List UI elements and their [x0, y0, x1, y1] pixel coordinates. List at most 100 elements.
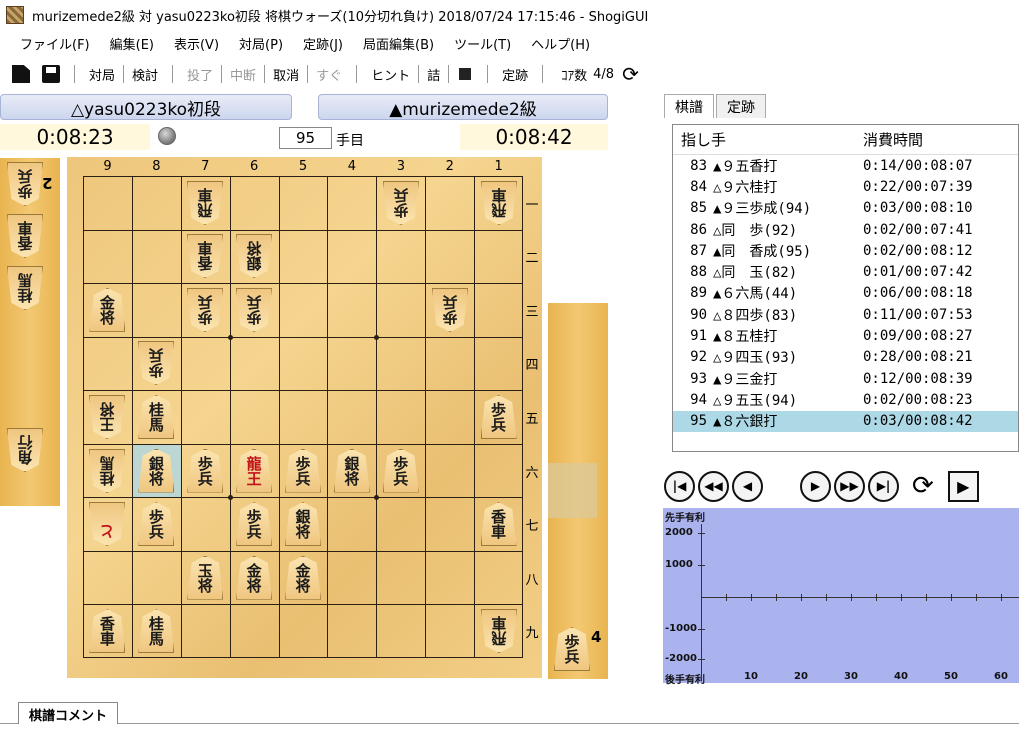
- kifu-move-number: 88: [690, 264, 707, 281]
- hint-button[interactable]: ヒント: [365, 65, 416, 84]
- interrupt-button[interactable]: 中断: [224, 65, 262, 84]
- shogi-piece[interactable]: 歩兵: [138, 341, 174, 385]
- kifu-header-time[interactable]: 消費時間: [853, 129, 923, 150]
- menu-file[interactable]: ファイル(F): [10, 34, 100, 53]
- kifu-time: 0:12/00:08:39: [863, 370, 973, 387]
- menu-help[interactable]: ヘルプ(H): [521, 34, 600, 53]
- shogi-piece[interactable]: 歩兵: [383, 181, 419, 225]
- shogi-piece[interactable]: 歩兵: [138, 502, 175, 547]
- tab-kifu-comment[interactable]: 棋譜コメント: [18, 702, 119, 724]
- shogi-piece[interactable]: 歩兵: [382, 448, 419, 493]
- tab-kifu[interactable]: 棋譜: [664, 94, 714, 118]
- shogi-piece[interactable]: 金将: [89, 287, 126, 332]
- kifu-row[interactable]: 92 △９四玉(93) 0:28/00:08:21: [673, 347, 1018, 368]
- shogi-piece[interactable]: 歩兵: [432, 288, 468, 332]
- shogi-piece[interactable]: 銀将: [333, 448, 370, 493]
- move-now-button[interactable]: すぐ: [310, 65, 348, 84]
- refresh-icon[interactable]: ⟳: [622, 64, 639, 84]
- kifu-row[interactable]: 88 △同 玉(82) 0:01/00:07:42: [673, 261, 1018, 282]
- kifu-row[interactable]: 93 ▲９三金打 0:12/00:08:39: [673, 368, 1018, 389]
- shogi-piece[interactable]: 玉将: [187, 555, 224, 600]
- kifu-row[interactable]: 85 ▲９三歩成(94) 0:03/00:08:10: [673, 198, 1018, 219]
- piece-char: 飛: [491, 200, 507, 219]
- shogi-piece[interactable]: 銀将: [236, 234, 272, 278]
- piece-char: 兵: [148, 523, 164, 542]
- menu-view[interactable]: 表示(V): [164, 34, 229, 53]
- shogi-piece[interactable]: 歩兵: [236, 288, 272, 332]
- kifu-row[interactable]: 91 ▲８五桂打 0:09/00:08:27: [673, 325, 1018, 346]
- piece-label: 歩兵: [7, 167, 43, 200]
- gote-player-name: △yasu0223ko初段: [0, 94, 292, 120]
- shogi-piece[interactable]: 角行: [7, 428, 43, 472]
- stop-icon[interactable]: [459, 68, 472, 80]
- kento-button[interactable]: 検討: [126, 65, 164, 84]
- shogi-piece[interactable]: 歩兵: [285, 448, 321, 493]
- rank-label: 四: [525, 358, 539, 374]
- kifu-row[interactable]: 87 ▲同 香成(95) 0:02/00:08:12: [673, 240, 1018, 261]
- shogi-piece[interactable]: 香車: [7, 214, 43, 258]
- kifu-row[interactable]: 90 △８四歩(83) 0:11/00:07:53: [673, 304, 1018, 325]
- shogi-piece[interactable]: 桂馬: [7, 266, 43, 310]
- resign-button[interactable]: 投了: [181, 65, 219, 84]
- rotate-board-icon[interactable]: ⟳: [912, 473, 934, 499]
- kifu-list[interactable]: 指し手 消費時間 83 ▲９五香打 0:14/00:08:07 84 △９六桂打 0:22…: [672, 124, 1019, 452]
- joseki-button[interactable]: 定跡: [496, 65, 534, 84]
- forward-many-button[interactable]: ▶▶: [834, 470, 865, 502]
- shogi-piece[interactable]: 歩兵: [187, 448, 224, 493]
- shogi-piece[interactable]: 桂馬: [138, 609, 175, 654]
- kifu-row[interactable]: 94 △９五玉(94) 0:02/00:08:23: [673, 389, 1018, 410]
- kifu-row[interactable]: 84 △９六桂打 0:22/00:07:39: [673, 176, 1018, 197]
- piece-char: 飛: [197, 200, 213, 219]
- kifu-header-move[interactable]: 指し手: [673, 129, 853, 150]
- shogi-piece[interactable]: 飛車: [481, 609, 517, 653]
- menu-joseki[interactable]: 定跡(J): [293, 34, 353, 53]
- kifu-row[interactable]: 95 ▲８六銀打 0:03/00:08:42: [673, 410, 1018, 432]
- back-button[interactable]: ◀: [732, 470, 763, 502]
- first-move-button[interactable]: |◀: [664, 470, 695, 502]
- piece-char: 兵: [491, 416, 507, 434]
- shogi-piece[interactable]: 王将: [89, 395, 125, 439]
- shogi-piece[interactable]: 飛車: [481, 181, 517, 225]
- shogi-piece[interactable]: 金将: [236, 555, 273, 600]
- shogi-piece[interactable]: 金将: [285, 555, 321, 600]
- shogi-piece[interactable]: 桂馬: [89, 449, 125, 493]
- shogi-piece[interactable]: 香車: [480, 502, 517, 547]
- save-icon[interactable]: [42, 65, 60, 83]
- play-button[interactable]: ▶: [947, 470, 979, 502]
- hand-count: 2: [42, 174, 53, 192]
- file-label: 2: [445, 159, 454, 174]
- kifu-row[interactable]: 86 △同 歩(92) 0:02/00:07:41: [673, 219, 1018, 240]
- piece-char: と: [99, 522, 115, 541]
- shogi-piece[interactable]: 歩兵: [7, 162, 43, 206]
- taikyoku-button[interactable]: 対局: [83, 65, 121, 84]
- shogi-piece[interactable]: 銀将: [138, 448, 175, 493]
- menu-game[interactable]: 対局(P): [229, 34, 293, 53]
- kifu-row[interactable]: 89 ▲６六馬(44) 0:06/00:08:18: [673, 283, 1018, 304]
- menu-edit[interactable]: 編集(E): [100, 34, 164, 53]
- evaluation-graph[interactable]: 先手有利 後手有利 2000 1000 -1000 -2000 10 20 30 40 50 60: [663, 508, 1019, 686]
- shogi-piece[interactable]: 香車: [89, 609, 126, 654]
- menu-position-edit[interactable]: 局面編集(B): [353, 34, 444, 53]
- shogi-piece[interactable]: 香車: [187, 234, 223, 278]
- last-move-button[interactable]: ▶|: [868, 470, 899, 502]
- shogi-piece[interactable]: 龍王: [236, 448, 273, 493]
- shogi-piece[interactable]: と: [89, 502, 125, 546]
- shogi-piece[interactable]: 歩兵: [187, 288, 223, 332]
- piece-label: 歩兵: [138, 346, 174, 379]
- tab-joseki[interactable]: 定跡: [716, 94, 766, 118]
- undo-button[interactable]: 取消: [267, 65, 305, 84]
- menu-tools[interactable]: ツール(T): [444, 34, 521, 53]
- shogi-piece[interactable]: 桂馬: [138, 395, 175, 439]
- forward-button[interactable]: ▶: [800, 470, 831, 502]
- shogi-piece[interactable]: 歩兵: [554, 627, 590, 671]
- shogi-piece[interactable]: 歩兵: [236, 502, 273, 547]
- kifu-move-number: 84: [690, 178, 707, 195]
- shogi-piece[interactable]: 飛車: [187, 181, 223, 225]
- piece-label: 歩兵: [481, 403, 517, 433]
- shogi-piece[interactable]: 銀将: [285, 502, 321, 547]
- kifu-row[interactable]: 83 ▲９五香打 0:14/00:08:07: [673, 155, 1018, 176]
- mate-button[interactable]: 詰: [421, 65, 446, 84]
- back-many-button[interactable]: ◀◀: [698, 470, 729, 502]
- new-file-icon[interactable]: [12, 65, 30, 83]
- shogi-piece[interactable]: 歩兵: [480, 395, 517, 439]
